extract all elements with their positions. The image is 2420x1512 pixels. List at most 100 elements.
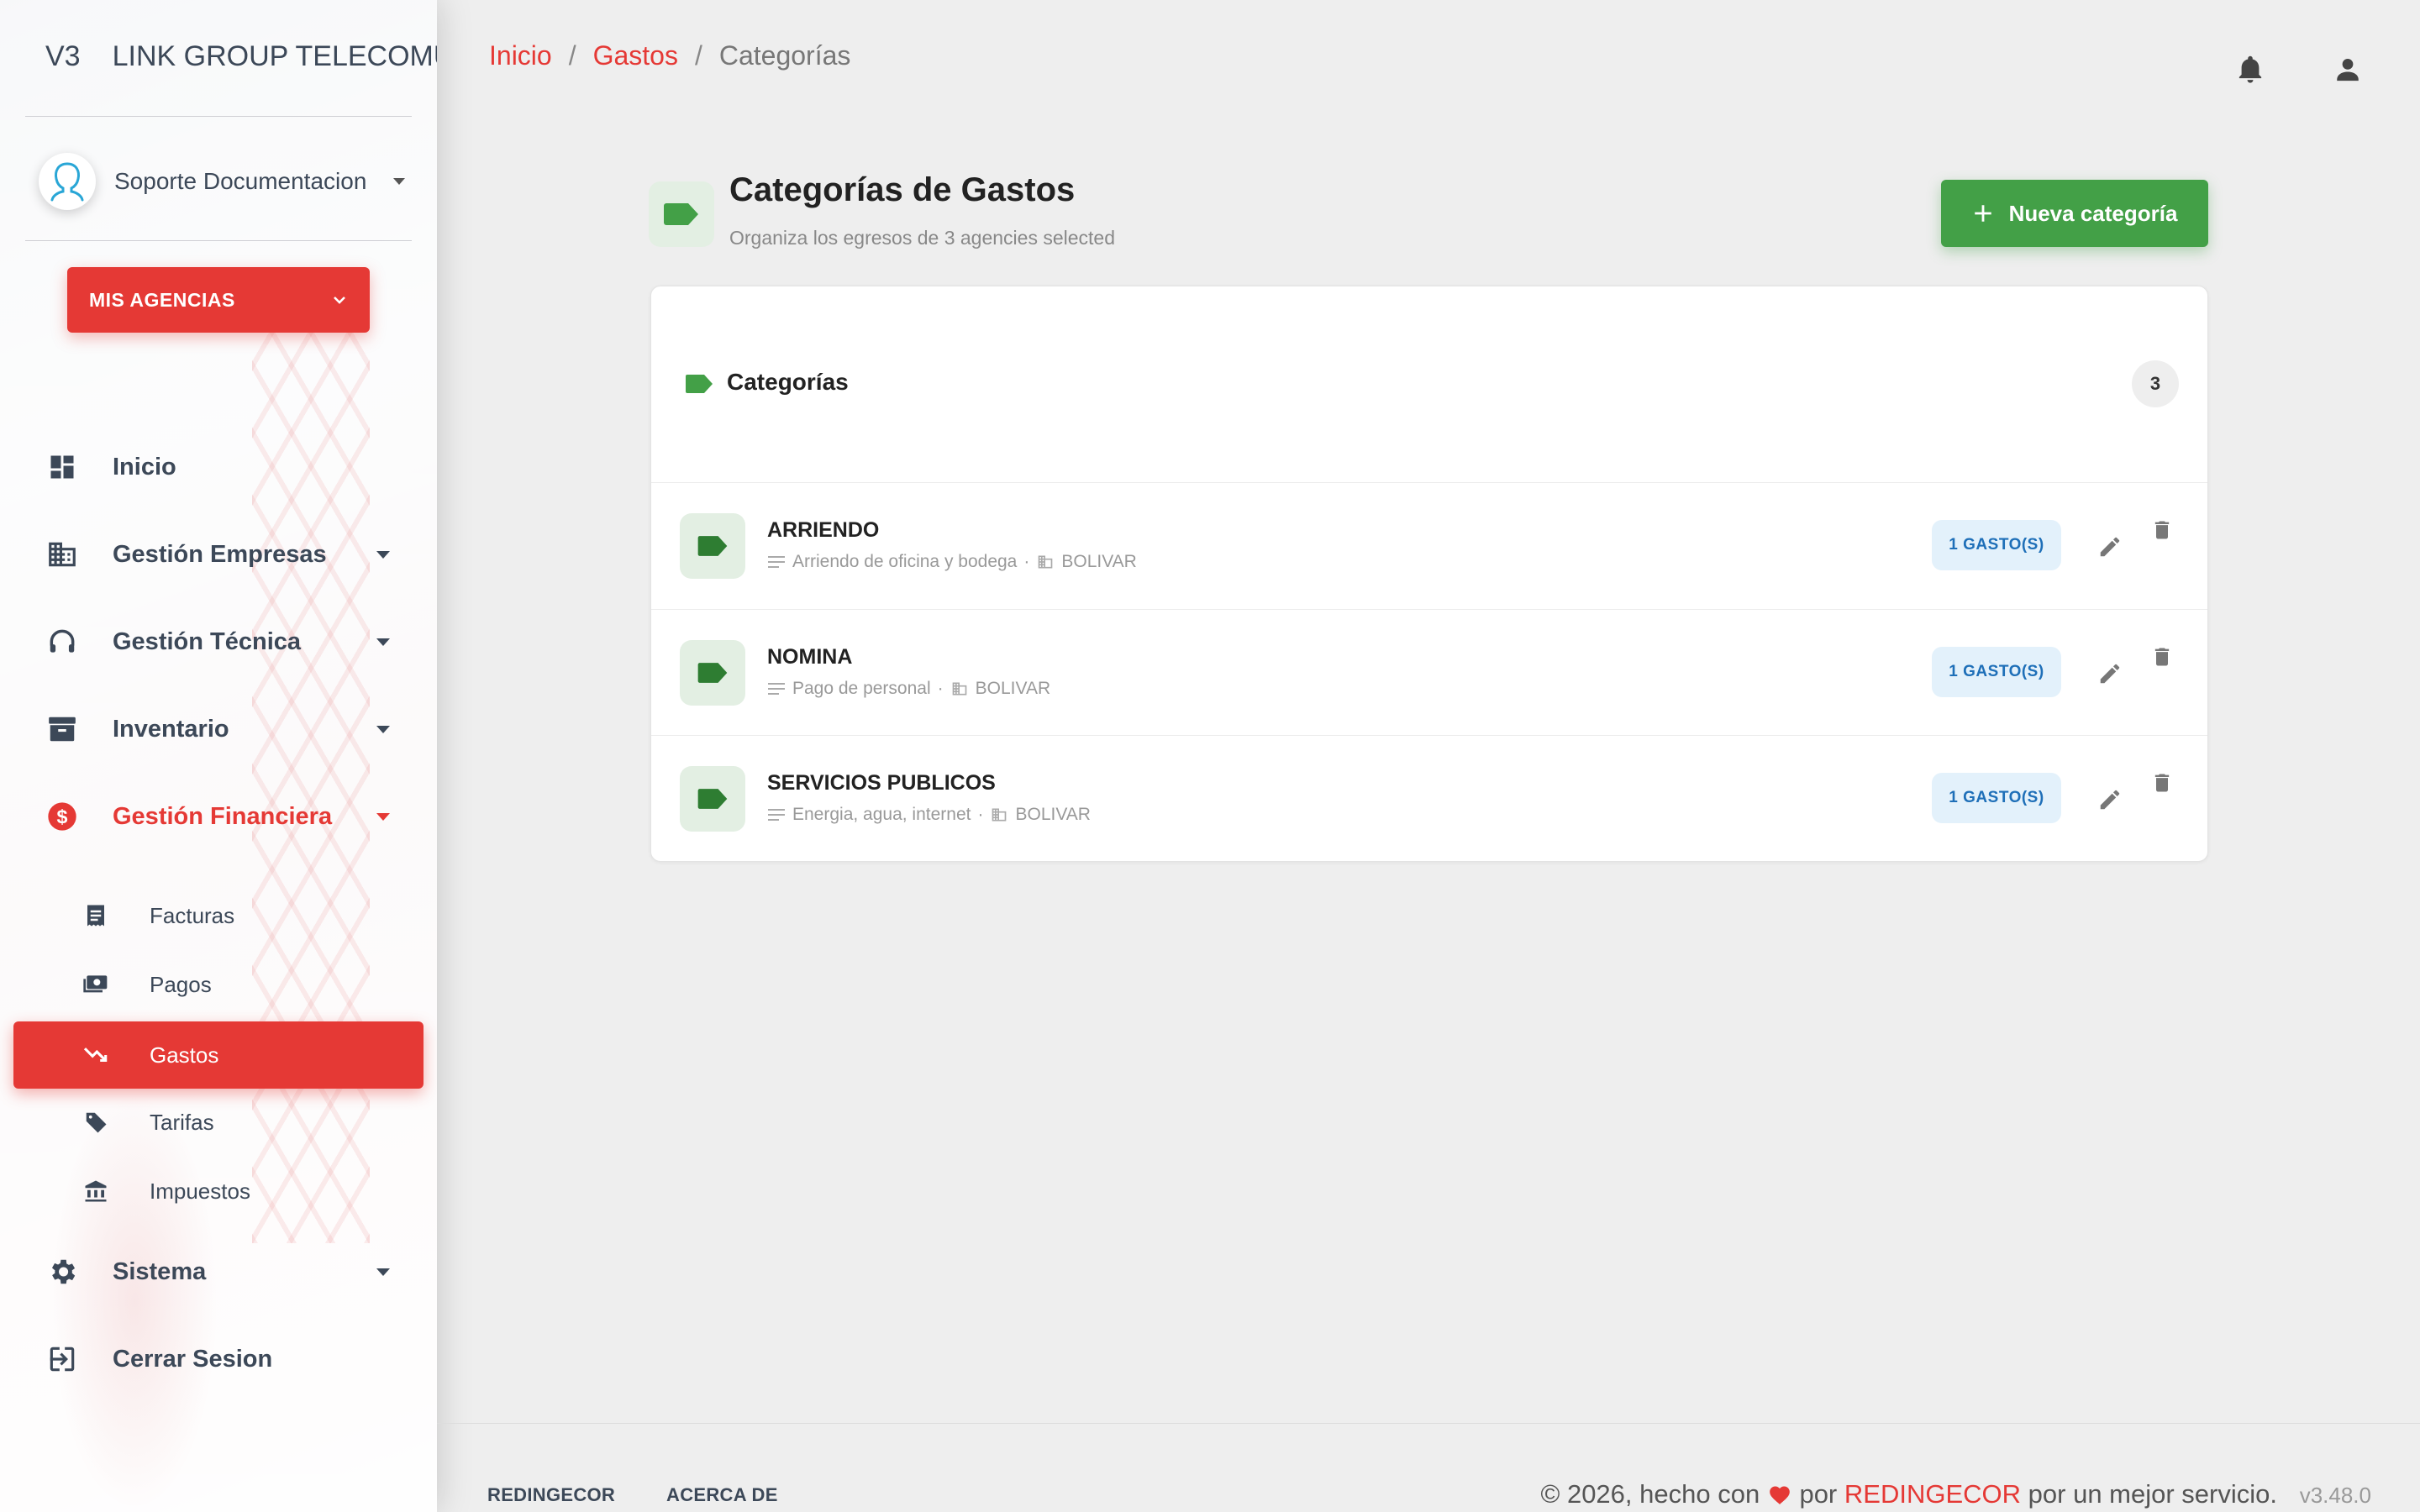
category-name: ARRIENDO: [767, 518, 880, 542]
sidebar-divider: [25, 240, 412, 241]
brand-mini: V3: [45, 40, 81, 72]
sidebar-item-gestion-tecnica[interactable]: Gestión Técnica: [0, 608, 437, 675]
breadcrumb-separator: /: [568, 40, 576, 71]
edit-button[interactable]: [2093, 657, 2127, 690]
notes-icon: [768, 556, 785, 568]
edit-button[interactable]: [2093, 530, 2127, 564]
caret-down-icon: [376, 812, 390, 821]
category-description: Pago de personal: [792, 679, 931, 698]
trash-icon: [2154, 774, 2170, 792]
category-row[interactable]: ARRIENDO Arriendo de oficina y bodega · …: [651, 483, 2207, 609]
user-name: Soporte Documentacion: [114, 168, 367, 194]
breadcrumb-section-link[interactable]: Gastos: [593, 40, 678, 71]
page-title: Categorías de Gastos: [729, 171, 1076, 208]
user-menu[interactable]: Soporte Documentacion: [39, 153, 406, 210]
sidebar-subitem-pagos[interactable]: Pagos: [13, 951, 424, 1018]
card-header: Categorías 3: [651, 286, 2207, 483]
category-icon-box: [680, 640, 745, 706]
brand-name: LINK GROUP TELECOMU: [112, 40, 437, 72]
sidebar-item-inventario[interactable]: Inventario: [0, 696, 437, 763]
account-button[interactable]: [2331, 52, 2365, 86]
expense-count-badge[interactable]: 1 GASTO(S): [1932, 773, 2061, 823]
sidebar-item-sistema[interactable]: Sistema: [0, 1238, 437, 1305]
edit-button[interactable]: [2093, 783, 2127, 816]
sidebar-item-cerrar-sesion[interactable]: Cerrar Sesion: [0, 1326, 437, 1393]
copyright-suffix: por un mejor servicio.: [2028, 1479, 2277, 1509]
sidebar-item-label: Gestión Empresas: [113, 540, 327, 568]
expense-count-badge[interactable]: 1 GASTO(S): [1932, 647, 2061, 697]
sidebar-subitem-label: Gastos: [150, 1042, 219, 1068]
category-agency: BOLIVAR: [1015, 805, 1091, 824]
sidebar-item-gestion-financiera[interactable]: $ Gestión Financiera: [0, 783, 437, 850]
sidebar-item-inicio[interactable]: Inicio: [0, 433, 437, 501]
new-category-label: Nueva categoría: [2008, 200, 2178, 226]
bell-icon: [2238, 55, 2262, 83]
heart-icon: [1770, 1486, 1790, 1504]
sidebar-item-label: Inicio: [113, 453, 176, 480]
category-description: Energia, agua, internet: [792, 805, 971, 824]
category-row[interactable]: SERVICIOS PUBLICOS Energia, agua, intern…: [651, 735, 2207, 861]
sidebar-subitem-label: Pagos: [150, 971, 212, 997]
breadcrumb-home-link[interactable]: Inicio: [489, 40, 552, 71]
category-meta: Energia, agua, internet · BOLIVAR: [767, 805, 1091, 825]
caret-down-icon: [376, 550, 390, 559]
copyright-prefix: © 2026, hecho con: [1540, 1479, 1760, 1509]
sidebar-item-label: Gestión Financiera: [113, 802, 333, 830]
label-tag-icon: [697, 663, 728, 683]
count-badge: 3: [2132, 360, 2179, 407]
brand-logo[interactable]: V3 LINK GROUP TELECOMU: [45, 40, 437, 73]
archive-icon: [44, 711, 81, 748]
category-icon-box: [680, 513, 745, 579]
app-version: v3.48.0: [2299, 1483, 2371, 1508]
avatar: [39, 153, 96, 210]
notifications-button[interactable]: [2233, 52, 2267, 86]
agencies-button-label: MIS AGENCIAS: [89, 288, 235, 311]
sidebar-subitem-gastos[interactable]: Gastos: [13, 1021, 424, 1089]
trash-icon: [2154, 521, 2170, 539]
categories-card: Categorías 3 ARRIENDO Arriendo de oficin…: [650, 286, 2208, 862]
sidebar-subitem-impuestos[interactable]: Impuestos: [13, 1158, 424, 1225]
copyright-brand-link[interactable]: REDINGECOR: [1844, 1479, 2021, 1509]
dashboard-icon: [44, 449, 81, 486]
sidebar-subitem-label: Impuestos: [150, 1178, 250, 1204]
delete-button[interactable]: [2145, 513, 2179, 547]
footer-link-acerca-de[interactable]: ACERCA DE: [666, 1484, 778, 1506]
sidebar: V3 LINK GROUP TELECOMU Soporte Documentac…: [0, 0, 437, 1512]
building-icon: [44, 536, 81, 573]
card-title: Categorías: [727, 369, 849, 395]
caret-down-icon: [376, 638, 390, 646]
sidebar-subitem-tarifas[interactable]: Tarifas: [13, 1089, 424, 1156]
agencies-dropdown-button[interactable]: MIS AGENCIAS: [67, 267, 370, 333]
pencil-icon: [2100, 537, 2120, 557]
sidebar-subitem-label: Facturas: [150, 902, 235, 928]
category-name: NOMINA: [767, 645, 853, 669]
chevron-down-icon: [334, 297, 345, 304]
copyright-by: por: [1799, 1479, 1838, 1509]
meta-separator: ·: [1023, 552, 1030, 571]
user-caret-icon: [393, 178, 406, 185]
footer-copyright: © 2026, hecho con por REDINGECOR por un …: [1541, 1479, 2278, 1509]
trending-down-icon: [81, 1040, 111, 1070]
notes-icon: [768, 683, 785, 695]
delete-button[interactable]: [2145, 766, 2179, 800]
person-icon: [2337, 58, 2359, 81]
breadcrumb-separator: /: [694, 40, 702, 71]
new-category-button[interactable]: Nueva categoría: [1941, 180, 2208, 247]
page-subtitle: Organiza los egresos de 3 agencies selec…: [729, 227, 1116, 249]
sidebar-item-label: Gestión Técnica: [113, 627, 302, 655]
breadcrumb: Inicio / Gastos / Categorías: [489, 40, 850, 71]
category-row[interactable]: NOMINA Pago de personal · BOLIVAR 1 GAST…: [651, 609, 2207, 735]
sidebar-subitem-facturas[interactable]: Facturas: [13, 882, 424, 949]
category-meta: Arriendo de oficina y bodega · BOLIVAR: [767, 552, 1137, 572]
delete-button[interactable]: [2145, 640, 2179, 674]
expense-count-badge[interactable]: 1 GASTO(S): [1932, 520, 2061, 570]
tag-icon: [81, 1107, 111, 1137]
user-avatar-icon: [50, 162, 84, 202]
meta-separator: ·: [937, 679, 944, 698]
label-tag-icon: [664, 203, 698, 225]
pencil-icon: [2100, 790, 2120, 810]
footer-link-redingecor[interactable]: REDINGECOR: [487, 1484, 615, 1506]
bank-icon: [81, 1176, 111, 1206]
sidebar-item-gestion-empresas[interactable]: Gestión Empresas: [0, 521, 437, 588]
notes-icon: [768, 809, 785, 821]
